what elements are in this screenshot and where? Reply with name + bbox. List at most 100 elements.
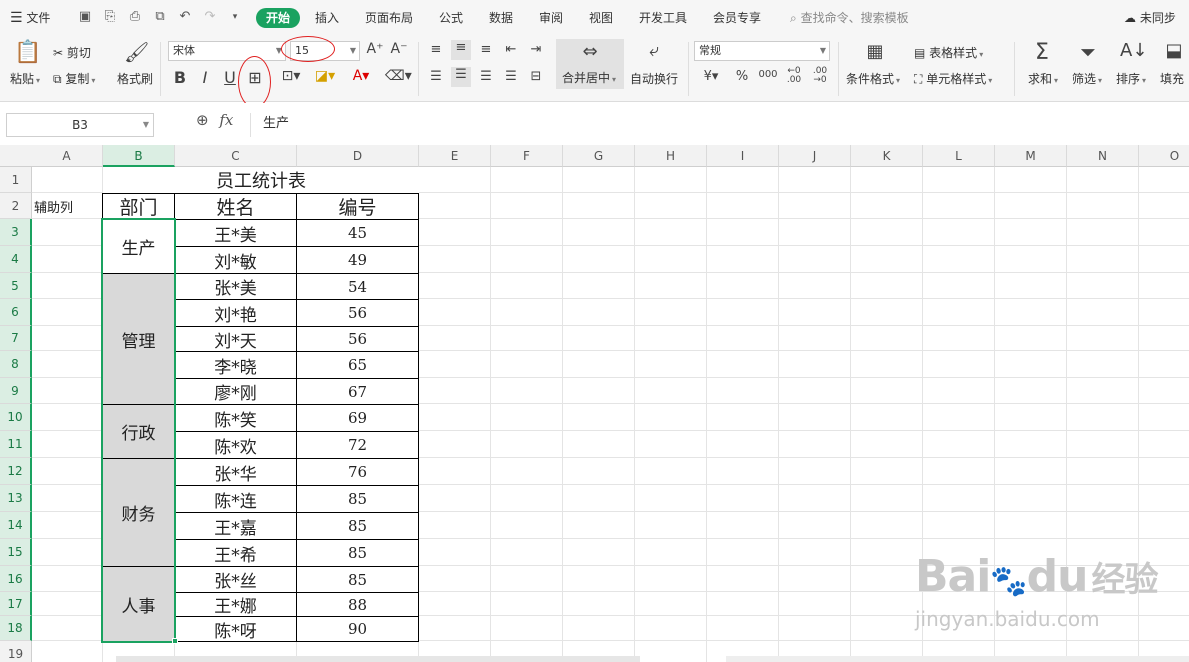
number-cell[interactable]: 69 bbox=[297, 405, 419, 432]
percent-icon[interactable]: % bbox=[734, 69, 750, 84]
name-cell[interactable]: 廖*刚 bbox=[175, 379, 297, 405]
number-cell[interactable]: 45 bbox=[297, 220, 419, 247]
tab-developer[interactable]: 开发工具 bbox=[639, 0, 687, 36]
number-cell[interactable]: 67 bbox=[297, 379, 419, 405]
column-header[interactable]: F bbox=[491, 145, 563, 167]
number-cell[interactable]: 54 bbox=[297, 274, 419, 300]
number-cell[interactable]: 85 bbox=[297, 486, 419, 513]
align-middle-icon[interactable]: ≡ bbox=[451, 40, 471, 60]
number-cell[interactable]: 72 bbox=[297, 432, 419, 459]
italic-icon[interactable]: I bbox=[197, 68, 213, 87]
name-cell[interactable]: 张*华 bbox=[175, 459, 297, 486]
row-header[interactable]: 8 bbox=[0, 351, 32, 378]
row-header[interactable]: 11 bbox=[0, 431, 32, 458]
row-header[interactable]: 18 bbox=[0, 616, 32, 641]
name-cell[interactable]: 张*美 bbox=[175, 274, 297, 300]
name-cell[interactable]: 王*美 bbox=[175, 220, 297, 247]
tab-home[interactable]: 开始 bbox=[256, 8, 301, 28]
tab-page-layout[interactable]: 页面布局 bbox=[365, 0, 413, 36]
column-header[interactable]: D bbox=[297, 145, 419, 167]
column-header[interactable]: I bbox=[707, 145, 779, 167]
horizontal-scrollbar-track[interactable] bbox=[726, 656, 1189, 662]
insert-function-button[interactable]: fx bbox=[219, 111, 233, 129]
name-cell[interactable]: 王*嘉 bbox=[175, 513, 297, 540]
name-cell[interactable]: 刘*艳 bbox=[175, 300, 297, 327]
decrease-font-icon[interactable]: A⁻ bbox=[390, 41, 408, 57]
conditional-format-icon[interactable]: ▦ bbox=[863, 41, 887, 62]
department-cell[interactable]: 管理 bbox=[103, 274, 175, 405]
row-header[interactable]: 16 bbox=[0, 566, 32, 592]
increase-font-icon[interactable]: A⁺ bbox=[366, 41, 384, 57]
underline-icon[interactable]: U bbox=[222, 68, 238, 87]
select-all-corner[interactable] bbox=[0, 145, 32, 167]
format-painter-icon[interactable]: 🖌 bbox=[124, 40, 149, 66]
department-cell[interactable]: 行政 bbox=[103, 405, 175, 459]
cell-style-button[interactable]: ⛶ 单元格样式 ▾ bbox=[914, 70, 992, 87]
table-style-button[interactable]: ▤ 表格样式 ▾ bbox=[914, 44, 983, 61]
row-header[interactable]: 3 bbox=[0, 219, 32, 246]
sort-button[interactable]: 排序 ▾ bbox=[1116, 70, 1146, 87]
distributed-icon[interactable]: ⊟ bbox=[528, 69, 544, 84]
justify-icon[interactable]: ☰ bbox=[503, 69, 519, 84]
number-cell[interactable]: 90 bbox=[297, 617, 419, 642]
row-header[interactable]: 19 bbox=[0, 641, 32, 662]
paste-icon[interactable]: 📋 bbox=[14, 40, 41, 66]
tab-formulas[interactable]: 公式 bbox=[439, 0, 463, 36]
number-cell[interactable]: 85 bbox=[297, 540, 419, 567]
header-number[interactable]: 编号 bbox=[297, 194, 419, 220]
column-header[interactable]: J bbox=[779, 145, 851, 167]
name-cell[interactable]: 陈*笑 bbox=[175, 405, 297, 432]
sum-button[interactable]: 求和 ▾ bbox=[1028, 70, 1058, 87]
wrap-text-button[interactable]: 自动换行 bbox=[630, 70, 678, 87]
align-left-icon[interactable]: ☰ bbox=[428, 69, 444, 84]
filter-icon[interactable]: ⏷ bbox=[1076, 40, 1100, 64]
department-cell[interactable]: 人事 bbox=[103, 567, 175, 642]
name-box[interactable]: B3 ▼ bbox=[6, 113, 154, 137]
tab-view[interactable]: 视图 bbox=[589, 0, 613, 36]
tab-data[interactable]: 数据 bbox=[489, 0, 513, 36]
undo-icon[interactable]: ↶ bbox=[177, 9, 193, 25]
name-cell[interactable]: 张*丝 bbox=[175, 567, 297, 593]
copy-button[interactable]: ⧉ 复制 ▾ bbox=[53, 70, 95, 87]
row-header[interactable]: 13 bbox=[0, 485, 32, 512]
name-cell[interactable]: 陈*呀 bbox=[175, 617, 297, 642]
table-title-cell[interactable]: 员工统计表 bbox=[103, 167, 419, 193]
cell-border-style-icon[interactable]: ⊡▾ bbox=[280, 68, 302, 84]
column-header[interactable]: A bbox=[31, 145, 103, 167]
department-cell[interactable]: 财务 bbox=[103, 459, 175, 567]
increase-indent-icon[interactable]: ⇥ bbox=[528, 42, 544, 57]
row-header[interactable]: 15 bbox=[0, 539, 32, 566]
bold-icon[interactable]: B bbox=[172, 68, 188, 87]
name-cell[interactable]: 王*娜 bbox=[175, 593, 297, 617]
cut-button[interactable]: ✂ 剪切 bbox=[53, 44, 91, 61]
align-top-icon[interactable]: ≡ bbox=[428, 42, 444, 57]
print-icon[interactable]: ⎙ bbox=[127, 9, 143, 25]
sum-icon[interactable]: Σ bbox=[1030, 40, 1054, 65]
paste-button[interactable]: 粘贴 ▾ bbox=[10, 70, 40, 87]
format-painter-button[interactable]: 格式刷 bbox=[117, 70, 153, 87]
formula-input[interactable]: 生产 bbox=[250, 113, 1189, 137]
column-header[interactable]: C bbox=[175, 145, 297, 167]
name-cell[interactable]: 陈*欢 bbox=[175, 432, 297, 459]
number-cell[interactable]: 85 bbox=[297, 567, 419, 593]
print-preview-icon[interactable]: ⧉ bbox=[152, 9, 168, 25]
currency-icon[interactable]: ¥▾ bbox=[700, 69, 722, 84]
number-cell[interactable]: 76 bbox=[297, 459, 419, 486]
align-bottom-icon[interactable]: ≡ bbox=[478, 42, 494, 57]
spreadsheet-grid[interactable]: ABCDEFGHIJKLMNO 1 2 3 4 5 6 7 8 9 10 11 12 13 14 15 16 1… bbox=[0, 145, 1189, 662]
fill-handle[interactable] bbox=[172, 638, 178, 644]
column-header[interactable]: L bbox=[923, 145, 995, 167]
number-cell[interactable]: 88 bbox=[297, 593, 419, 617]
fill-color-icon[interactable]: ◪▾ bbox=[314, 68, 336, 84]
zoom-formula-icon[interactable]: ⊕ bbox=[196, 111, 209, 129]
name-cell[interactable]: 王*希 bbox=[175, 540, 297, 567]
decrease-decimal-icon[interactable]: .00 →0 bbox=[810, 67, 830, 85]
sort-icon[interactable]: A↓ bbox=[1120, 40, 1147, 61]
redo-icon[interactable]: ↷ bbox=[202, 9, 218, 25]
row-header[interactable]: 6 bbox=[0, 299, 32, 326]
column-header[interactable]: M bbox=[995, 145, 1067, 167]
number-cell[interactable]: 65 bbox=[297, 352, 419, 379]
number-cell[interactable]: 85 bbox=[297, 513, 419, 540]
conditional-format-button[interactable]: 条件格式 ▾ bbox=[846, 70, 900, 87]
fill-icon[interactable]: ⬓ bbox=[1162, 40, 1186, 61]
